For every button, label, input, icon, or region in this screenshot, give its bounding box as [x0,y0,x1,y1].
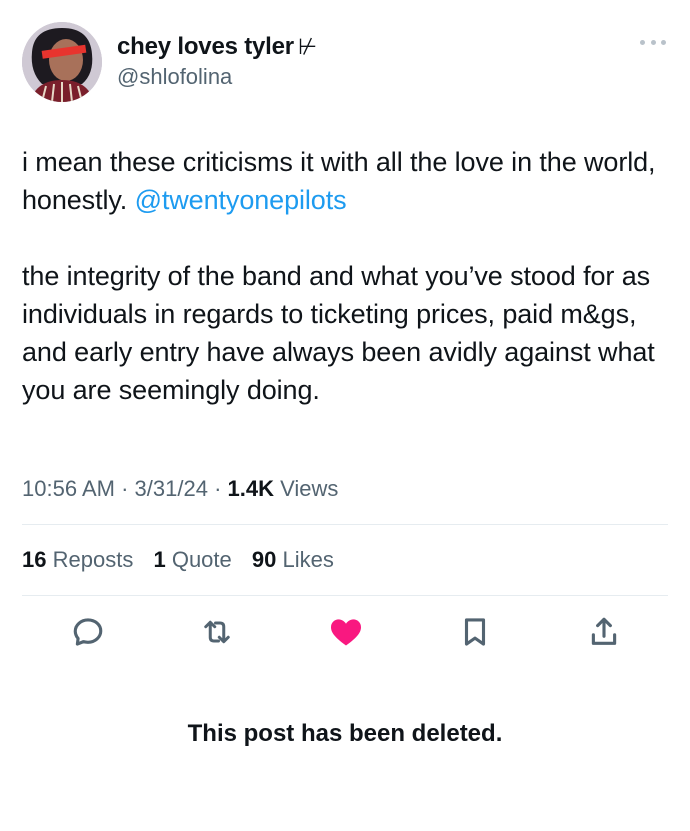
action-bar [66,612,626,652]
more-options-icon[interactable] [638,32,668,52]
engagement-stats: 16 Reposts 1 Quote 90 Likes [22,545,348,575]
divider [22,524,668,525]
meta-separator: · [121,476,129,501]
bookmark-icon [464,618,486,646]
mention-link[interactable]: @twentyonepilots [135,185,347,215]
share-button[interactable] [582,612,626,652]
deleted-notice: This post has been deleted. [187,720,503,747]
like-button[interactable] [324,612,368,652]
name-suffix: ⊬ [297,34,317,59]
share-icon [591,617,617,645]
reply-button[interactable] [66,612,110,652]
views-count: 1.4K [227,476,274,501]
display-name[interactable]: chey loves tyler [117,33,294,60]
display-name-row[interactable]: chey loves tyler ⊬ [117,32,317,62]
post-date[interactable]: 3/31/24 [135,476,208,501]
views-label: Views [280,476,339,501]
heart-filled-icon [331,619,361,646]
tweet-page: chey loves tyler ⊬ @shlofolina i mean the… [0,0,690,831]
tweet-meta: 10:56 AM · 3/31/24 · 1.4K Views [22,474,338,504]
post-time[interactable]: 10:56 AM [22,476,115,501]
tweet-header: chey loves tyler ⊬ @shlofolina [22,22,668,106]
reply-icon [73,618,103,646]
repost-button[interactable] [195,612,239,652]
avatar[interactable] [22,22,102,102]
divider [22,595,668,596]
repost-icon [204,620,230,644]
meta-separator: · [214,476,222,501]
quotes-stat[interactable]: 1 Quote [153,547,231,572]
author-names: chey loves tyler ⊬ @shlofolina [117,32,317,91]
tweet-text: i mean these criticisms it with all the … [22,143,662,409]
user-handle[interactable]: @shlofolina [117,63,317,91]
avatar-image [22,22,102,102]
reposts-stat[interactable]: 16 Reposts [22,547,133,572]
tweet-text-paragraph2: the integrity of the band and what you’v… [22,261,655,405]
bookmark-button[interactable] [453,612,497,652]
likes-stat[interactable]: 90 Likes [252,547,334,572]
